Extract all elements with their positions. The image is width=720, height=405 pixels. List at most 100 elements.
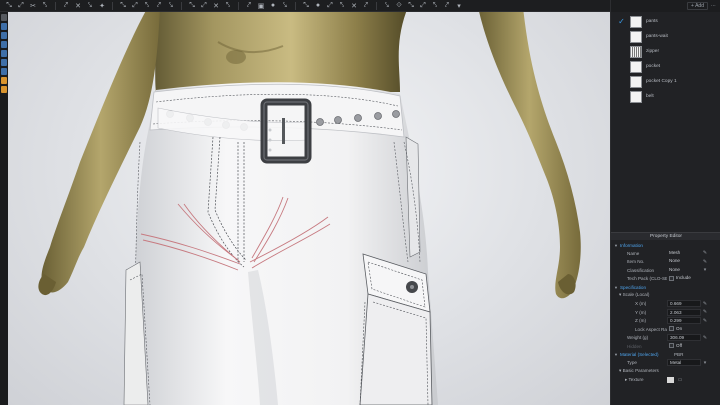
view-tool-icon[interactable] [1, 23, 7, 30]
y-input[interactable]: 2.063 [667, 308, 701, 316]
3d-viewport[interactable] [8, 12, 610, 405]
y-label: Y (m) [635, 309, 647, 315]
sphere-icon[interactable]: ● [313, 1, 323, 10]
measure-icon[interactable]: ⤤ [361, 1, 371, 10]
weight-input[interactable]: 306.09 [667, 334, 701, 342]
zipper-icon[interactable]: ⤣ [337, 1, 347, 10]
information-section[interactable]: ▼ Information [611, 241, 720, 249]
add-button[interactable]: + Add [687, 2, 708, 10]
trim-icon[interactable]: ⤥ [166, 1, 176, 10]
weight-row: Weight (g) 306.09 ✎ [611, 334, 720, 343]
render-tool-icon[interactable] [1, 77, 7, 84]
object-item-pocket-copy[interactable]: pocket Copy 1 [611, 74, 720, 89]
pencil-icon[interactable]: ✎ [701, 301, 709, 307]
material-section[interactable]: ▼ Material (Selected) PBR [611, 351, 720, 359]
chevron-down-icon[interactable]: ▾ [454, 1, 464, 10]
pencil-icon[interactable]: ✎ [701, 335, 709, 341]
x-label: X (m) [635, 301, 647, 307]
puckering-icon[interactable]: ⤣ [223, 1, 233, 10]
object-item-zipper[interactable]: zipper [611, 44, 720, 59]
object-item-label: pants-wait [646, 34, 668, 39]
specification-section[interactable]: ▼ Specification [611, 283, 720, 291]
type-select[interactable]: Metal [667, 359, 701, 367]
folder-icon[interactable]: ▭ [676, 377, 684, 383]
classification-value[interactable]: None [667, 267, 701, 274]
chevron-down-icon[interactable]: ▾ [701, 360, 709, 366]
layer-icon[interactable]: ⤥ [280, 1, 290, 10]
texture-swatch[interactable] [667, 376, 674, 383]
scale-label-text: Scale (Local) [622, 292, 650, 298]
arrange-icon[interactable]: ⤤ [442, 1, 452, 10]
property-editor-title: Property Editor [611, 232, 720, 240]
lock-aspect-checkbox[interactable]: On [667, 326, 701, 333]
chevron-down-icon: ▼ [614, 284, 618, 290]
item-no-value[interactable]: None [667, 258, 701, 265]
pencil-icon[interactable]: ✎ [701, 318, 709, 324]
light-tool-icon[interactable] [1, 86, 7, 93]
fold-icon[interactable]: ⤣ [430, 1, 440, 10]
pin-icon[interactable]: ✕ [349, 1, 359, 10]
chevron-down-icon[interactable]: ▾ [701, 267, 709, 273]
camera-icon[interactable]: ▣ [256, 1, 266, 10]
hidden-checkbox[interactable]: Off [667, 343, 701, 350]
fabric-tool-icon[interactable] [1, 41, 7, 48]
pattern-tool-icon[interactable] [1, 59, 7, 66]
tech-pack-checkbox[interactable]: Include [667, 275, 701, 282]
name-label: Name [627, 250, 640, 256]
pin-tool-icon[interactable] [1, 68, 7, 75]
camera-icon[interactable]: ⤥ [382, 1, 392, 10]
object-item-label: pocket [646, 64, 661, 69]
type-row: Type Metal ▾ [611, 359, 720, 368]
zipper-icon[interactable]: ⤢ [199, 1, 209, 10]
pattern-icon[interactable]: ✂ [28, 1, 38, 10]
type-label: Type [627, 360, 637, 366]
name-value[interactable]: Mesh [667, 250, 701, 257]
graphic-icon[interactable]: ⤢ [418, 1, 428, 10]
texture-tool-icon[interactable] [1, 50, 7, 57]
pencil-icon[interactable]: ✎ [701, 309, 709, 315]
transform-icon[interactable]: ⤢ [16, 1, 26, 10]
tape-icon[interactable]: ⤡ [118, 1, 128, 10]
topstitch-icon[interactable]: ✕ [211, 1, 221, 10]
object-item-pants[interactable]: ✓ pants [611, 14, 720, 29]
pocket-copy-thumbnail [630, 75, 642, 88]
pencil-icon[interactable]: ✎ [701, 250, 709, 256]
sewing-icon[interactable]: ⤣ [40, 1, 50, 10]
material-shader-value[interactable]: PBR [674, 352, 683, 357]
left-toolstrip [0, 12, 8, 405]
arrange-icon[interactable]: ⤤ [61, 1, 71, 10]
expand-icon[interactable]: ⤡ [406, 1, 416, 10]
garment-render [38, 12, 581, 405]
transform-icon[interactable]: ⤢ [325, 1, 335, 10]
graphic-icon[interactable]: ⤤ [154, 1, 164, 10]
chevron-down-icon: ▼ [614, 242, 618, 248]
sphere-icon[interactable]: ● [268, 1, 278, 10]
pin-icon[interactable]: ✕ [73, 1, 83, 10]
scale-row[interactable]: ▾ Scale (Local) [611, 291, 720, 300]
toolbar-divider [376, 1, 377, 10]
pants-thumbnail [630, 15, 642, 28]
fold-icon[interactable]: ⤥ [85, 1, 95, 10]
measure-icon[interactable]: ✦ [97, 1, 107, 10]
object-item-pants-wait[interactable]: pants-wait [611, 29, 720, 44]
select-mesh-icon[interactable]: ⤡ [4, 1, 14, 10]
layer-icon[interactable]: ⟐ [394, 1, 404, 10]
object-item-pocket[interactable]: pocket [611, 59, 720, 74]
object-item-belt[interactable]: belt [611, 89, 720, 104]
scale-label: ▾ Scale (Local) [611, 292, 667, 298]
avatar-tool-icon[interactable] [1, 32, 7, 39]
section-label: Information [619, 242, 643, 248]
texture-icon[interactable]: ⤣ [142, 1, 152, 10]
expand-icon[interactable]: ⤡ [301, 1, 311, 10]
belt-thumbnail [630, 90, 642, 103]
fabric-icon[interactable]: ⤤ [244, 1, 254, 10]
pencil-icon[interactable]: ✎ [701, 259, 709, 265]
avatar-icon[interactable]: ⤢ [130, 1, 140, 10]
z-input[interactable]: 0.299 [667, 317, 701, 325]
select-tool-icon[interactable] [1, 14, 7, 21]
x-input[interactable]: 0.669 [667, 300, 701, 308]
object-item-label: pants [646, 19, 658, 24]
more-icon[interactable]: ⋯ [711, 3, 716, 9]
basic-parameters-row[interactable]: ▾ Basic Parameters [611, 367, 720, 376]
button-icon[interactable]: ⤡ [187, 1, 197, 10]
